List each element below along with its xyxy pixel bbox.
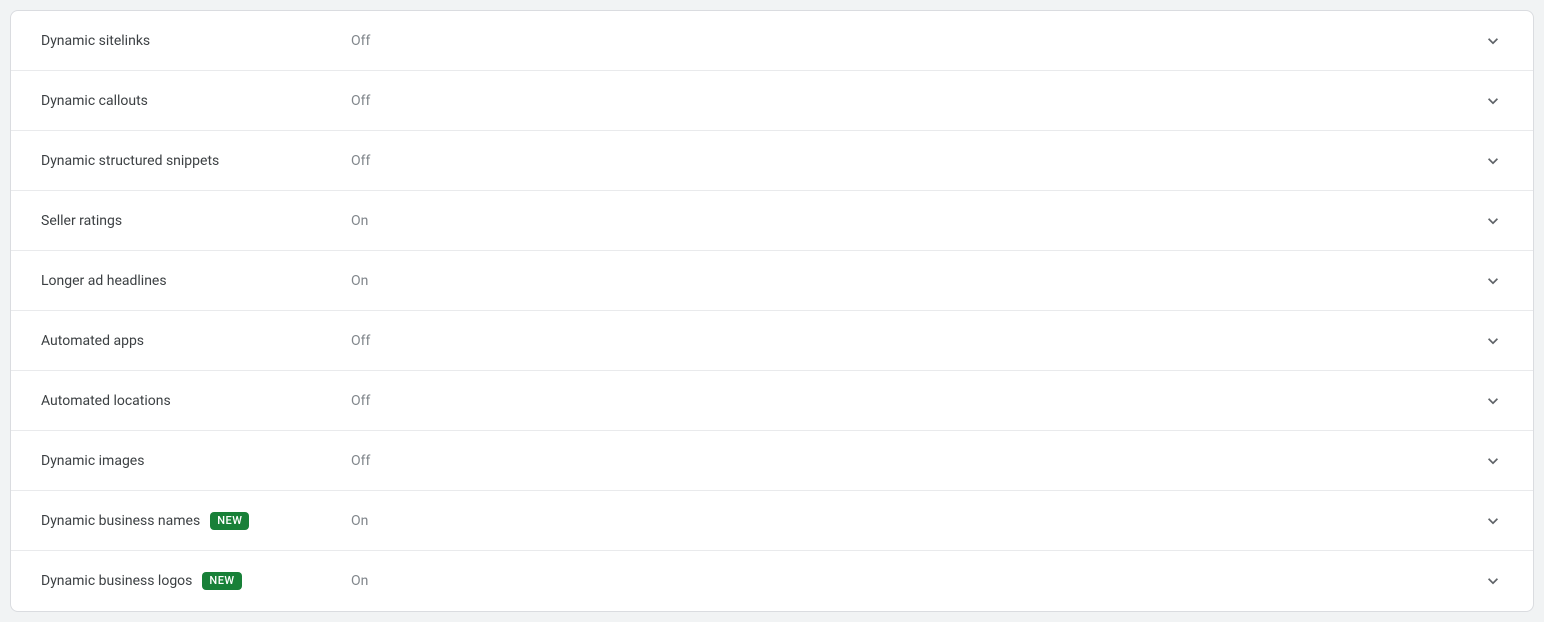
setting-label-cell: Automated locations [41, 393, 351, 409]
setting-value: On [351, 573, 1477, 589]
setting-value: Off [351, 153, 1477, 169]
settings-panel: Dynamic sitelinksOffDynamic calloutsOffD… [10, 10, 1534, 612]
setting-label-cell: Dynamic structured snippets [41, 153, 351, 169]
chevron-down-icon [1477, 151, 1509, 171]
setting-value: Off [351, 453, 1477, 469]
setting-value: On [351, 213, 1477, 229]
new-badge: NEW [202, 572, 241, 590]
setting-label-cell: Dynamic images [41, 453, 351, 469]
settings-row-dynamic-callouts[interactable]: Dynamic callouts Off [11, 71, 1533, 131]
chevron-down-icon [1477, 271, 1509, 291]
setting-label-cell: Automated apps [41, 333, 351, 349]
setting-label-cell: Dynamic callouts [41, 93, 351, 109]
setting-label-cell: Longer ad headlines [41, 273, 351, 289]
setting-label: Longer ad headlines [41, 273, 167, 289]
setting-label: Automated apps [41, 333, 144, 349]
setting-label: Dynamic sitelinks [41, 33, 150, 49]
setting-label: Seller ratings [41, 213, 122, 229]
setting-value: On [351, 513, 1477, 529]
setting-label-cell: Dynamic sitelinks [41, 33, 351, 49]
setting-label: Automated locations [41, 393, 171, 409]
chevron-down-icon [1477, 391, 1509, 411]
setting-value: Off [351, 33, 1477, 49]
chevron-down-icon [1477, 451, 1509, 471]
chevron-down-icon [1477, 331, 1509, 351]
chevron-down-icon [1477, 511, 1509, 531]
setting-value: Off [351, 333, 1477, 349]
chevron-down-icon [1477, 91, 1509, 111]
setting-label: Dynamic images [41, 453, 144, 469]
settings-row-automated-locations[interactable]: Automated locations Off [11, 371, 1533, 431]
settings-row-dynamic-business-logos[interactable]: Dynamic business logos NEW On [11, 551, 1533, 611]
setting-label-cell: Seller ratings [41, 213, 351, 229]
settings-row-dynamic-sitelinks[interactable]: Dynamic sitelinks Off [11, 11, 1533, 71]
setting-value: On [351, 273, 1477, 289]
settings-row-dynamic-images[interactable]: Dynamic images Off [11, 431, 1533, 491]
chevron-down-icon [1477, 31, 1509, 51]
settings-row-seller-ratings[interactable]: Seller ratings On [11, 191, 1533, 251]
setting-label: Dynamic business names [41, 513, 200, 529]
setting-value: Off [351, 393, 1477, 409]
setting-value: Off [351, 93, 1477, 109]
chevron-down-icon [1477, 211, 1509, 231]
setting-label: Dynamic structured snippets [41, 153, 219, 169]
settings-row-longer-ad-headlines[interactable]: Longer ad headlines On [11, 251, 1533, 311]
settings-row-dynamic-business-names[interactable]: Dynamic business names NEW On [11, 491, 1533, 551]
setting-label-cell: Dynamic business logos NEW [41, 572, 351, 590]
new-badge: NEW [210, 512, 249, 530]
chevron-down-icon [1477, 571, 1509, 591]
setting-label: Dynamic business logos [41, 573, 192, 589]
settings-row-automated-apps[interactable]: Automated apps Off [11, 311, 1533, 371]
setting-label-cell: Dynamic business names NEW [41, 512, 351, 530]
setting-label: Dynamic callouts [41, 93, 148, 109]
settings-row-dynamic-structured-snippets[interactable]: Dynamic structured snippets Off [11, 131, 1533, 191]
